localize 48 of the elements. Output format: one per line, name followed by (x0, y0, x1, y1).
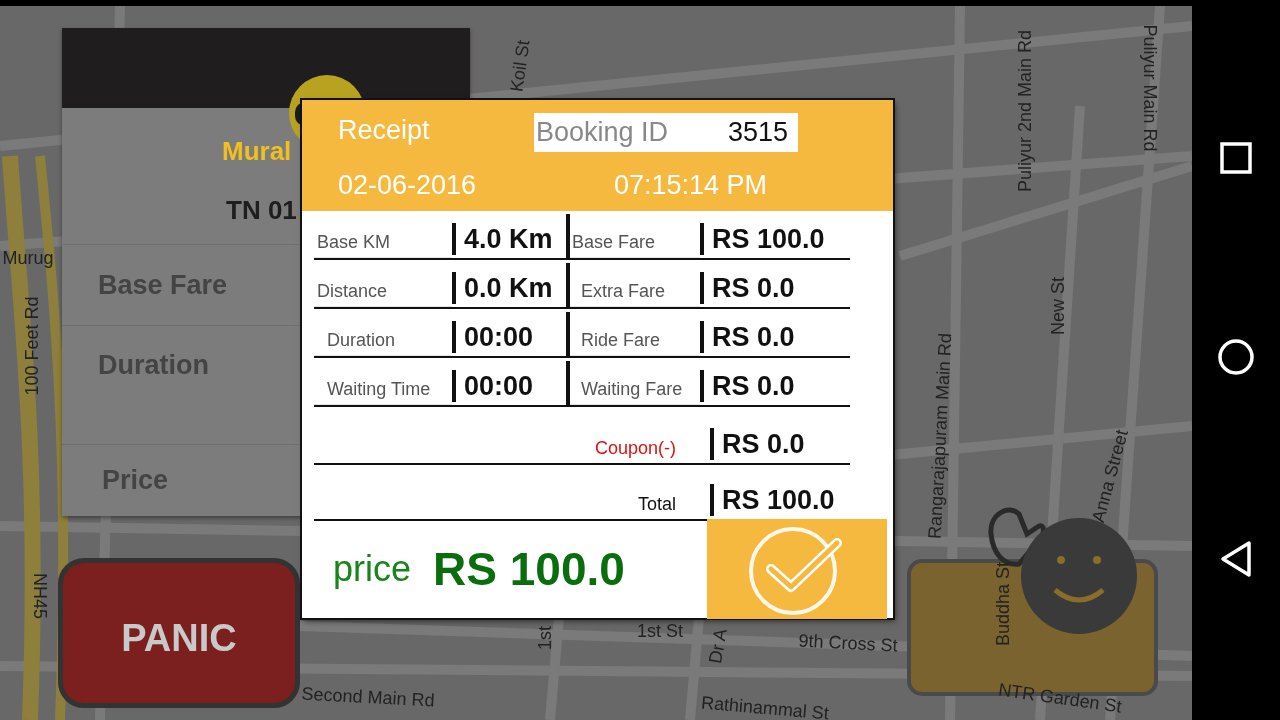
fare-value: RS 0.0 (700, 321, 850, 353)
vehicle-plate: TN 01 (226, 195, 297, 226)
fare-label: Duration (314, 330, 452, 356)
back-icon[interactable] (1219, 540, 1253, 578)
street-label: 1st (536, 626, 554, 650)
fare-field-label: Duration (98, 350, 209, 382)
fare-label: Distance (314, 281, 452, 307)
street-label: Rangarajapuram Main Rd (925, 332, 955, 540)
total-label: Total (636, 494, 677, 516)
street-label: Koil St (507, 39, 533, 93)
street-label: 1st St (637, 622, 683, 640)
fare-label: Extra Fare (570, 281, 700, 307)
home-icon[interactable] (1217, 338, 1255, 376)
fare-label: Waiting Fare (570, 379, 700, 405)
booking-id-value: 3515 (727, 116, 788, 148)
street-label: Buddha St (994, 561, 1012, 647)
fare-label: Base KM (314, 232, 452, 258)
street-label: Puliyur 2nd Main Rd (1016, 29, 1034, 193)
price-label: price (333, 548, 412, 590)
receipt-time: 07:15:14 PM (613, 170, 769, 201)
fare-value: RS 0.0 (710, 428, 850, 460)
street-label: Second Main Rd (301, 684, 435, 710)
street-label: Murug (2, 249, 54, 267)
street-label: NTR Garden St (997, 680, 1123, 716)
receipt-date: 02-06-2016 (338, 170, 478, 201)
fare-value: RS 0.0 (700, 272, 850, 304)
fare-label: Waiting Time (314, 379, 452, 405)
price-value: RS 100.0 (433, 542, 625, 596)
driver-name: Mural (222, 136, 292, 167)
street-label: New St (1049, 277, 1067, 335)
fare-label: Ride Fare (570, 330, 700, 356)
booking-id-label: Booking ID (536, 116, 669, 148)
receipt-title: Receipt (338, 114, 431, 146)
fare-value: RS 0.0 (700, 370, 850, 402)
fare-label: Base Fare (570, 232, 700, 258)
fare-value: RS 100.0 (700, 223, 850, 255)
street-label: NH45 (31, 573, 49, 619)
street-label: Puliyur Main Rd (1141, 24, 1159, 152)
fare-field-label: Price (102, 465, 169, 497)
recents-icon[interactable] (1220, 142, 1252, 174)
street-label: Rathinammal St (700, 693, 830, 720)
coupon-label: Coupon(-) (593, 438, 677, 460)
street-label: 9th Cross St (798, 631, 898, 655)
street-label: Anna Street (1089, 427, 1131, 525)
street-label: Dr A (706, 627, 730, 665)
fare-field-label: Base Fare (98, 269, 228, 301)
street-label: 100 Feet Rd (23, 296, 41, 396)
panic-button[interactable]: PANIC (58, 558, 300, 708)
